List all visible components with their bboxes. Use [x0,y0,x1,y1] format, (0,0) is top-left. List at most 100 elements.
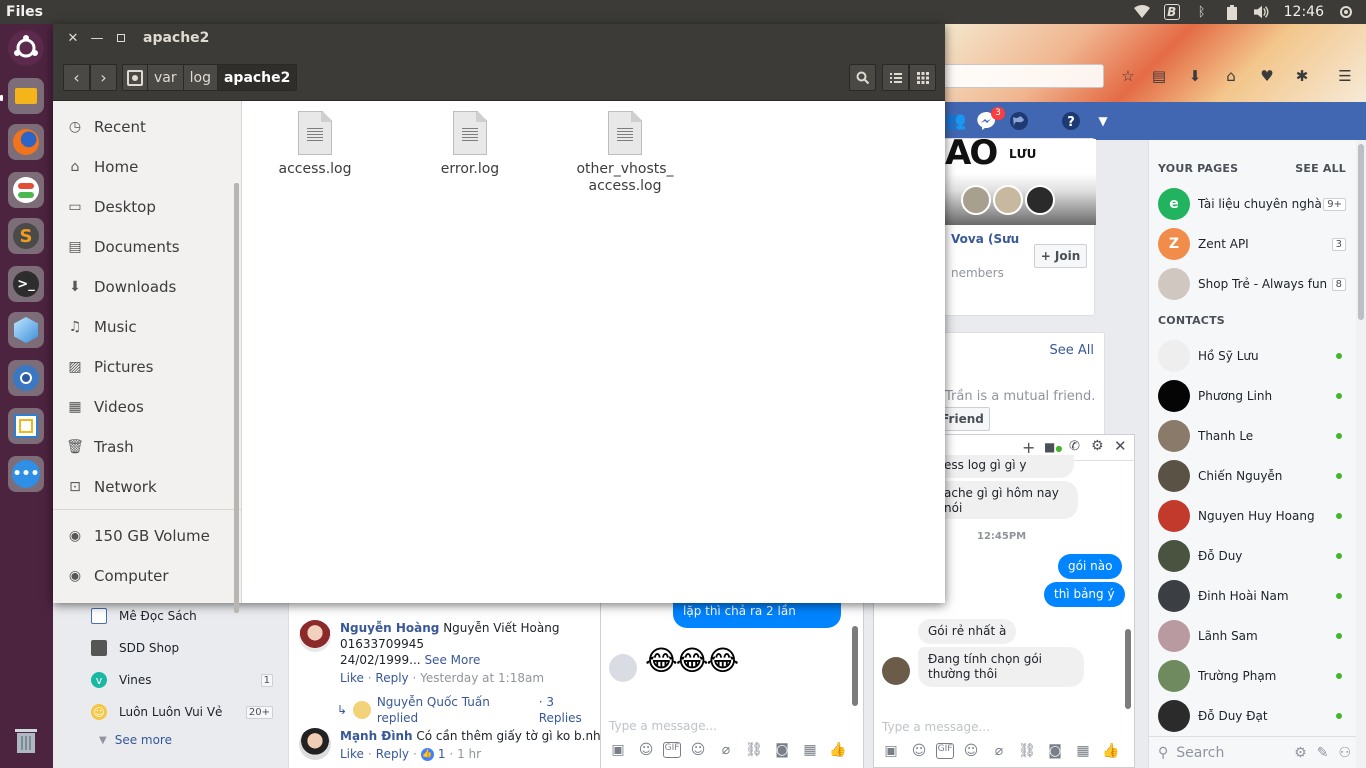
sidebar-item-downloads[interactable]: ⬇ Downloads [66,275,236,299]
sublime-icon[interactable]: S [8,218,44,254]
file-item[interactable]: other_vhosts_ access.log [565,111,685,195]
left-menu-item[interactable]: SDD Shop [91,638,281,658]
page-item[interactable]: Shop Trẻ - Always fun 8 [1158,266,1346,302]
page-item[interactable]: Z Zent API 3 [1158,226,1346,262]
reader-list-icon[interactable]: ▤ [1148,66,1170,86]
contacts-search-input[interactable]: Search [1176,745,1294,761]
clock[interactable]: 12:46 [1284,4,1324,20]
attach-icon[interactable]: ⌀ [988,743,1010,759]
sidebar-item-trash[interactable]: 🗑 Trash [66,435,236,459]
volume-icon[interactable] [1253,4,1270,20]
back-button[interactable]: ‹ [63,64,90,91]
chat-scrollbar[interactable] [1125,629,1131,709]
terminal-icon[interactable]: >_ [8,266,44,302]
hamburger-menu-icon[interactable]: ☰ [1334,66,1356,86]
thumbs-up-icon[interactable]: 👍 [827,742,849,758]
left-menu-item[interactable]: ☺ Luôn Luôn Vui Vẻ 20+ [91,702,281,722]
avatar[interactable] [299,620,331,652]
chat-scrollbar[interactable] [852,626,858,706]
list-view-button[interactable] [882,64,909,91]
minimize-icon[interactable]: — [89,30,105,46]
join-group-button[interactable]: + Join [1034,244,1087,268]
see-more-link[interactable]: See More [424,653,480,667]
comment-time[interactable]: Yesterday at 1:18am [420,671,544,685]
page-scrollbar[interactable] [1356,140,1366,768]
ubuntu-logo-icon[interactable] [8,30,44,66]
contact-item[interactable]: Trường Phạm [1158,658,1346,694]
breadcrumb-root[interactable] [123,65,148,90]
gear-icon[interactable]: ⚙ [1091,438,1104,454]
phone-icon[interactable]: ✆ [1069,439,1080,454]
see-all-link[interactable]: See All [1050,343,1095,358]
emoji-icon[interactable]: ☺ [960,743,982,759]
contact-item[interactable]: Thanh Le [1158,418,1346,454]
commenter-name[interactable]: Nguyễn Hoàng [340,621,439,635]
contacts-search-bar[interactable]: ⚲ Search ⚙ ✎ ⚇ [1149,736,1357,768]
search-button[interactable] [849,64,876,91]
replies-link[interactable]: ↳ Nguyễn Quốc Tuấn replied · 3 Replies [337,694,600,726]
photo-icon[interactable]: ▣ [607,742,629,758]
url-bar[interactable] [944,64,1104,88]
video-call-icon[interactable]: ■● [1044,440,1062,454]
contact-item[interactable]: Chiến Nguyễn [1158,458,1346,494]
group-icon[interactable]: ⚇ [1338,745,1351,761]
like-link[interactable]: Like [340,671,364,685]
pages-see-all-link[interactable]: SEE ALL [1295,162,1346,175]
trash-icon[interactable] [8,722,44,758]
sidebar-item-computer[interactable]: ◉ Computer [66,564,236,588]
battery-icon[interactable] [1224,4,1240,20]
bluetooth-icon[interactable]: ᛒ [1194,4,1210,20]
contact-item[interactable]: Đỗ Duy [1158,538,1346,574]
link-icon[interactable]: ⛓ [743,742,765,758]
grid-view-button[interactable] [909,64,936,91]
screenshot-icon[interactable] [8,408,44,444]
breadcrumb-apache2[interactable]: apache2 [217,65,297,90]
sidebar-item-home[interactable]: ⌂ Home [66,155,236,179]
breadcrumb-log[interactable]: log [184,65,218,90]
contact-item[interactable]: Hồ Sỹ Lưu [1158,338,1346,374]
commenter-name[interactable]: Mạnh Đình [340,729,413,743]
contact-item[interactable]: Đinh Hoài Nam [1158,578,1346,614]
sticker-icon[interactable]: ☺ [635,742,657,758]
photo-icon[interactable]: ▣ [880,743,902,759]
sidebar-item-documents[interactable]: ▤ Documents [66,235,236,259]
thumbs-up-icon[interactable]: 👍 [1100,743,1122,759]
contact-item[interactable]: Đỗ Duy Đạt [1158,698,1346,734]
sidebar-item-recent[interactable]: ◷ Recent [66,115,236,139]
chat-message-input[interactable]: Type a message... [882,720,990,734]
file-item[interactable]: access.log [255,111,375,178]
chromium-icon[interactable] [8,360,44,396]
grid-icon[interactable]: ▦ [1072,743,1094,759]
power-gear-icon[interactable] [1338,4,1354,20]
sticker-icon[interactable]: ☺ [908,743,930,759]
sidebar-item-150-gb-volume[interactable]: ◉ 150 GB Volume [66,524,236,548]
account-dropdown-icon[interactable]: ▼ [1091,109,1115,133]
close-icon[interactable]: ✕ [1114,437,1127,455]
emoji-icon[interactable]: ☺ [687,742,709,758]
extension-icon[interactable]: ✱ [1291,66,1313,86]
files-icon[interactable] [8,78,44,114]
globe-icon[interactable] [1007,109,1031,133]
home-icon[interactable]: ⌂ [1220,66,1242,86]
page-item[interactable]: e Tài liệu chuyên nghà... 9+ [1158,186,1346,222]
gif-icon[interactable]: GIF [936,743,954,759]
reply-link[interactable]: Reply [375,671,408,685]
attach-icon[interactable]: ⌀ [715,742,737,758]
box-app-icon[interactable] [8,312,44,348]
friends-icon[interactable]: 👥 [944,109,968,133]
forward-button[interactable]: › [90,64,117,91]
grid-icon[interactable]: ▦ [799,742,821,758]
comment-time[interactable]: · 1 hr [449,746,481,762]
pocket-icon[interactable]: ♥ [1256,66,1278,86]
chat-message-input[interactable]: Type a message... [609,719,717,733]
firefox-icon[interactable] [8,124,44,160]
camera-icon[interactable]: ◙ [771,742,793,758]
help-icon[interactable]: ? [1059,109,1083,133]
sidebar-item-network[interactable]: ⊡ Network [66,475,236,499]
bookmark-star-icon[interactable]: ☆ [1117,66,1139,86]
like-link[interactable]: Like [340,746,364,762]
reply-link[interactable]: Reply [376,746,409,762]
sidebar-item-pictures[interactable]: ▨ Pictures [66,355,236,379]
window-titlebar[interactable]: ✕ — apache2 [53,24,945,52]
sidebar-item-music[interactable]: ♫ Music [66,315,236,339]
